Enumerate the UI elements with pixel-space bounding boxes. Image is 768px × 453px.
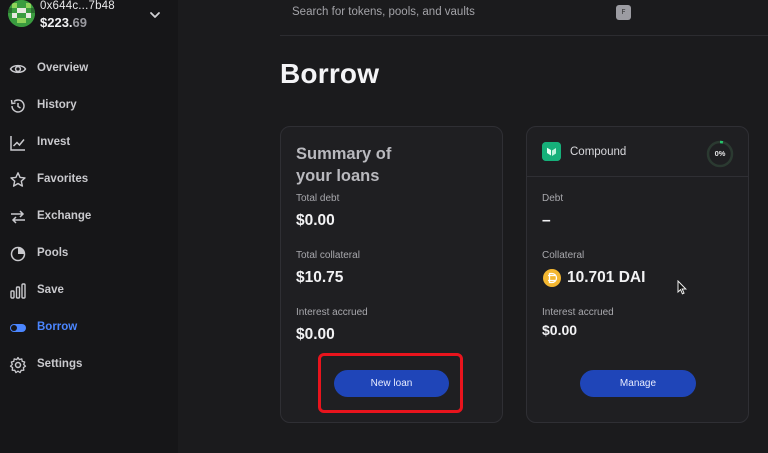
protocol-name: Compound	[570, 146, 627, 158]
sidebar-item-invest[interactable]: Invest	[0, 129, 178, 157]
compound-loan-card[interactable]: Compound 0% Debt – Collateral 10.701 DAI…	[526, 126, 749, 423]
annotation-highlight-box	[318, 353, 463, 413]
search-bar[interactable]: Search for tokens, pools, and vaults F	[280, 0, 768, 36]
history-icon	[10, 99, 25, 113]
search-input[interactable]: Search for tokens, pools, and vaults	[292, 6, 475, 18]
sidebar-item-label: Invest	[37, 136, 71, 148]
sidebar-item-label: Settings	[37, 358, 83, 370]
sidebar-item-favorites[interactable]: Favorites	[0, 166, 178, 194]
pools-icon	[10, 246, 26, 262]
interest-accrued-label: Interest accrued	[296, 307, 368, 318]
sidebar-item-history[interactable]: History	[0, 92, 178, 120]
interest-accrued-value: $0.00	[542, 322, 578, 338]
sidebar-item-exchange[interactable]: Exchange	[0, 203, 178, 231]
interest-accrued-value: $0.00	[296, 326, 335, 343]
toggle-icon	[10, 324, 26, 332]
avatar	[8, 0, 35, 27]
summary-title: Summary of your loans	[296, 145, 392, 185]
account-switcher[interactable]: 0x644c...7b48 $223.69	[8, 0, 168, 36]
interest-accrued-label: Interest accrued	[542, 307, 614, 318]
total-debt-value: $0.00	[296, 212, 335, 229]
star-icon	[10, 172, 26, 187]
collateral-value: 10.701 DAI	[567, 269, 646, 286]
total-collateral-label: Total collateral	[296, 250, 360, 261]
dai-token-icon	[543, 269, 561, 287]
exchange-icon	[11, 210, 25, 224]
manage-button[interactable]: Manage	[580, 370, 696, 397]
chevron-down-icon[interactable]	[148, 8, 162, 22]
search-shortcut-key: F	[616, 5, 631, 20]
chart-line-icon	[10, 136, 25, 151]
sidebar-item-label: Exchange	[37, 210, 92, 222]
gear-icon	[9, 356, 27, 374]
wallet-balance: $223.69	[40, 15, 88, 30]
utilization-value: 0%	[714, 149, 726, 158]
debt-value: –	[542, 212, 551, 229]
sidebar-item-label: Overview	[37, 62, 89, 74]
wallet-address: 0x644c...7b48	[40, 0, 115, 12]
sidebar-item-label: Pools	[37, 247, 69, 259]
sidebar-item-label: Save	[37, 284, 64, 296]
sidebar-item-label: Favorites	[37, 173, 89, 185]
sidebar-item-borrow[interactable]: Borrow	[0, 314, 178, 342]
sidebar: 0x644c...7b48 $223.69 Overview History I…	[0, 0, 178, 453]
page-title: Borrow	[280, 58, 380, 89]
eye-icon	[9, 64, 27, 74]
compound-card-header: Compound 0%	[527, 127, 748, 177]
sidebar-item-settings[interactable]: Settings	[0, 351, 178, 379]
sidebar-item-label: History	[37, 99, 77, 111]
bar-chart-icon	[10, 283, 26, 299]
sidebar-item-overview[interactable]: Overview	[0, 55, 178, 83]
sidebar-item-label: Borrow	[37, 321, 78, 333]
collateral-label: Collateral	[542, 250, 585, 261]
sidebar-item-save[interactable]: Save	[0, 277, 178, 305]
mouse-cursor-icon	[677, 280, 687, 295]
sidebar-item-pools[interactable]: Pools	[0, 240, 178, 268]
total-debt-label: Total debt	[296, 193, 340, 204]
total-collateral-value: $10.75	[296, 269, 344, 286]
debt-label: Debt	[542, 193, 564, 204]
compound-logo-icon	[542, 142, 561, 161]
